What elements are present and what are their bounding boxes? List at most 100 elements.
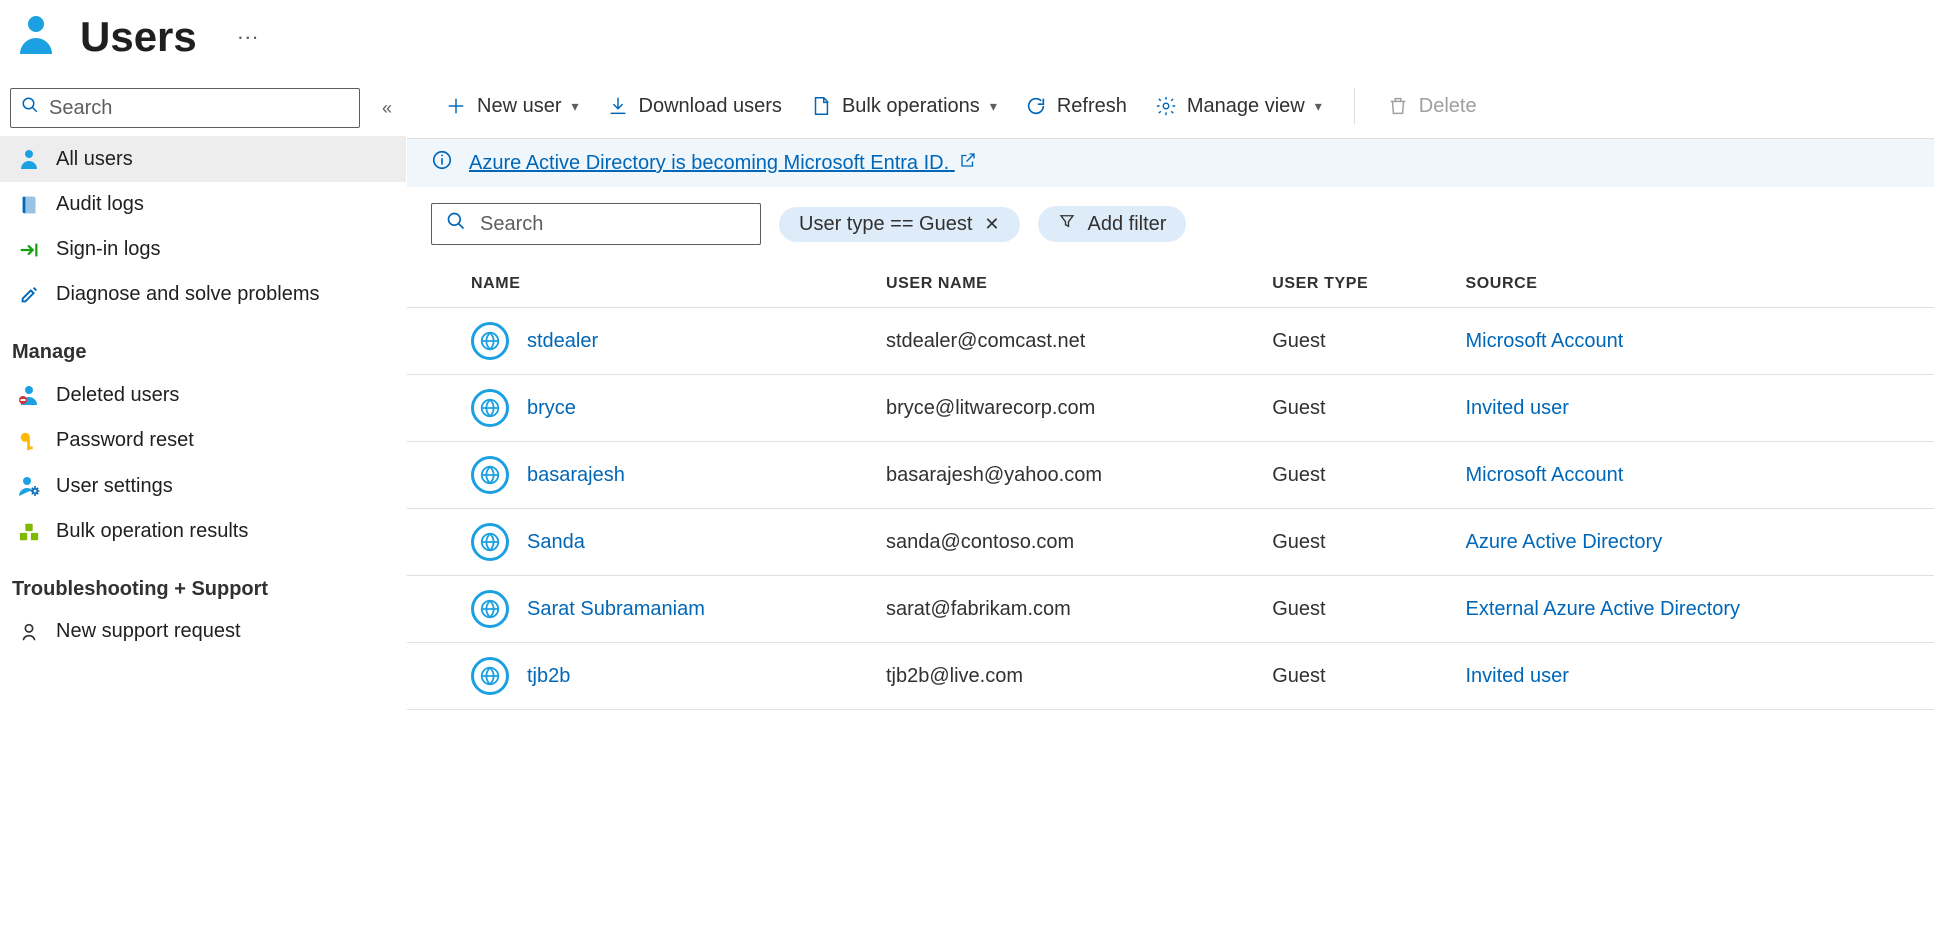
download-users-label: Download users: [639, 95, 782, 118]
user-source-link[interactable]: Invited user: [1465, 665, 1568, 687]
cell-username: sarat@fabrikam.com: [874, 576, 1260, 643]
info-banner: Azure Active Directory is becoming Micro…: [407, 139, 1934, 187]
collapse-sidebar-button[interactable]: «: [378, 98, 396, 119]
sidebar-search-input[interactable]: [49, 97, 349, 120]
new-user-button[interactable]: New user ▾: [445, 95, 579, 118]
cubes-icon: [16, 521, 42, 543]
user-source-link[interactable]: Invited user: [1465, 397, 1568, 419]
sidebar-item-diagnose-and-solve-problems[interactable]: Diagnose and solve problems: [0, 272, 406, 317]
table-row[interactable]: stdealerstdealer@comcast.netGuestMicroso…: [407, 308, 1934, 375]
sidebar-item-user-settings[interactable]: User settings: [0, 463, 406, 509]
globe-icon: [471, 657, 509, 695]
bulk-operations-button[interactable]: Bulk operations ▾: [810, 95, 997, 118]
manage-view-button[interactable]: Manage view ▾: [1155, 95, 1322, 118]
user-name-link[interactable]: tjb2b: [527, 665, 570, 688]
chevron-down-icon: ▾: [571, 98, 578, 115]
select-all-column: [407, 257, 459, 308]
add-filter-label: Add filter: [1088, 213, 1167, 236]
cell-username: tjb2b@live.com: [874, 643, 1260, 710]
filter-row: User type == Guest ✕ Add filter: [407, 187, 1934, 257]
user-name-link[interactable]: bryce: [527, 397, 576, 420]
user-source-link[interactable]: Microsoft Account: [1465, 330, 1623, 352]
row-checkbox-cell[interactable]: [407, 509, 459, 576]
table-row[interactable]: brycebryce@litwarecorp.comGuestInvited u…: [407, 375, 1934, 442]
search-icon: [21, 96, 39, 120]
sidebar-item-all-users[interactable]: All users: [0, 136, 406, 182]
row-checkbox-cell[interactable]: [407, 576, 459, 643]
user-icon: [16, 147, 42, 171]
user-name-link[interactable]: Sarat Subramaniam: [527, 598, 705, 621]
manage-view-label: Manage view: [1187, 95, 1305, 118]
sidebar-item-label: Bulk operation results: [56, 520, 248, 543]
row-checkbox-cell[interactable]: [407, 643, 459, 710]
key-icon: [16, 430, 42, 452]
users-table: NAME USER NAME USER TYPE SOURCE stdealer…: [407, 257, 1934, 710]
globe-icon: [471, 590, 509, 628]
user-source-link[interactable]: External Azure Active Directory: [1465, 598, 1740, 620]
user-name-link[interactable]: stdealer: [527, 330, 598, 353]
delete-button[interactable]: Delete: [1387, 95, 1477, 118]
divider: [1354, 88, 1355, 124]
cell-name: Sarat Subramaniam: [459, 576, 874, 643]
cell-usertype: Guest: [1260, 375, 1453, 442]
column-header-source[interactable]: SOURCE: [1453, 257, 1934, 308]
refresh-button[interactable]: Refresh: [1025, 95, 1127, 118]
table-row[interactable]: Sarat Subramaniamsarat@fabrikam.comGuest…: [407, 576, 1934, 643]
user-source-link[interactable]: Azure Active Directory: [1465, 531, 1662, 553]
filter-pill-usertype[interactable]: User type == Guest ✕: [779, 207, 1020, 242]
sidebar-item-new-support-request[interactable]: New support request: [0, 609, 406, 654]
user-source-link[interactable]: Microsoft Account: [1465, 464, 1623, 486]
cell-username: sanda@contoso.com: [874, 509, 1260, 576]
sidebar-item-label: All users: [56, 148, 133, 171]
cell-username: basarajesh@yahoo.com: [874, 442, 1260, 509]
download-users-button[interactable]: Download users: [607, 95, 782, 118]
sidebar-item-password-reset[interactable]: Password reset: [0, 418, 406, 463]
sidebar-item-label: Deleted users: [56, 384, 179, 407]
table-row[interactable]: tjb2btjb2b@live.comGuestInvited user: [407, 643, 1934, 710]
info-icon: [431, 149, 453, 177]
refresh-label: Refresh: [1057, 95, 1127, 118]
sidebar: « All users Audit logs Sign-in logs Diagnos…: [0, 88, 406, 936]
column-header-username[interactable]: USER NAME: [874, 257, 1260, 308]
sidebar-item-bulk-operation-results[interactable]: Bulk operation results: [0, 509, 406, 554]
sidebar-search[interactable]: [10, 88, 360, 128]
page-header: Users ···: [0, 0, 1934, 88]
sidebar-item-sign-in-logs[interactable]: Sign-in logs: [0, 227, 406, 272]
column-header-usertype[interactable]: USER TYPE: [1260, 257, 1453, 308]
add-filter-button[interactable]: Add filter: [1038, 206, 1187, 242]
sidebar-item-label: Audit logs: [56, 193, 144, 216]
user-gear-icon: [16, 474, 42, 498]
filter-pill-label: User type == Guest: [799, 213, 972, 236]
sidebar-item-audit-logs[interactable]: Audit logs: [0, 182, 406, 227]
cell-name: Sanda: [459, 509, 874, 576]
cell-usertype: Guest: [1260, 308, 1453, 375]
wrench-icon: [16, 284, 42, 306]
users-search[interactable]: [431, 203, 761, 245]
filter-icon: [1058, 212, 1076, 236]
row-checkbox-cell[interactable]: [407, 308, 459, 375]
toolbar: New user ▾ Download users Bulk operation…: [407, 88, 1934, 139]
table-row[interactable]: Sandasanda@contoso.comGuestAzure Active …: [407, 509, 1934, 576]
user-name-link[interactable]: basarajesh: [527, 464, 625, 487]
close-icon[interactable]: ✕: [984, 214, 999, 235]
user-name-link[interactable]: Sanda: [527, 531, 585, 554]
table-row[interactable]: basarajeshbasarajesh@yahoo.comGuestMicro…: [407, 442, 1934, 509]
row-checkbox-cell[interactable]: [407, 442, 459, 509]
document-icon: [810, 95, 832, 117]
column-header-name[interactable]: NAME: [459, 257, 874, 308]
more-icon[interactable]: ···: [237, 24, 259, 50]
sidebar-item-label: Diagnose and solve problems: [56, 283, 320, 306]
sidebar-item-deleted-users[interactable]: Deleted users: [0, 372, 406, 418]
refresh-icon: [1025, 95, 1047, 117]
cell-source: Invited user: [1453, 643, 1934, 710]
row-checkbox-cell[interactable]: [407, 375, 459, 442]
chevron-down-icon: ▾: [990, 98, 997, 115]
delete-label: Delete: [1419, 95, 1477, 118]
sidebar-item-label: Sign-in logs: [56, 238, 161, 261]
banner-link[interactable]: Azure Active Directory is becoming Micro…: [469, 151, 977, 175]
support-icon: [16, 621, 42, 643]
book-icon: [16, 194, 42, 216]
cell-name: bryce: [459, 375, 874, 442]
sidebar-group-label: Troubleshooting + Support: [0, 554, 406, 609]
users-search-input[interactable]: [480, 213, 746, 236]
